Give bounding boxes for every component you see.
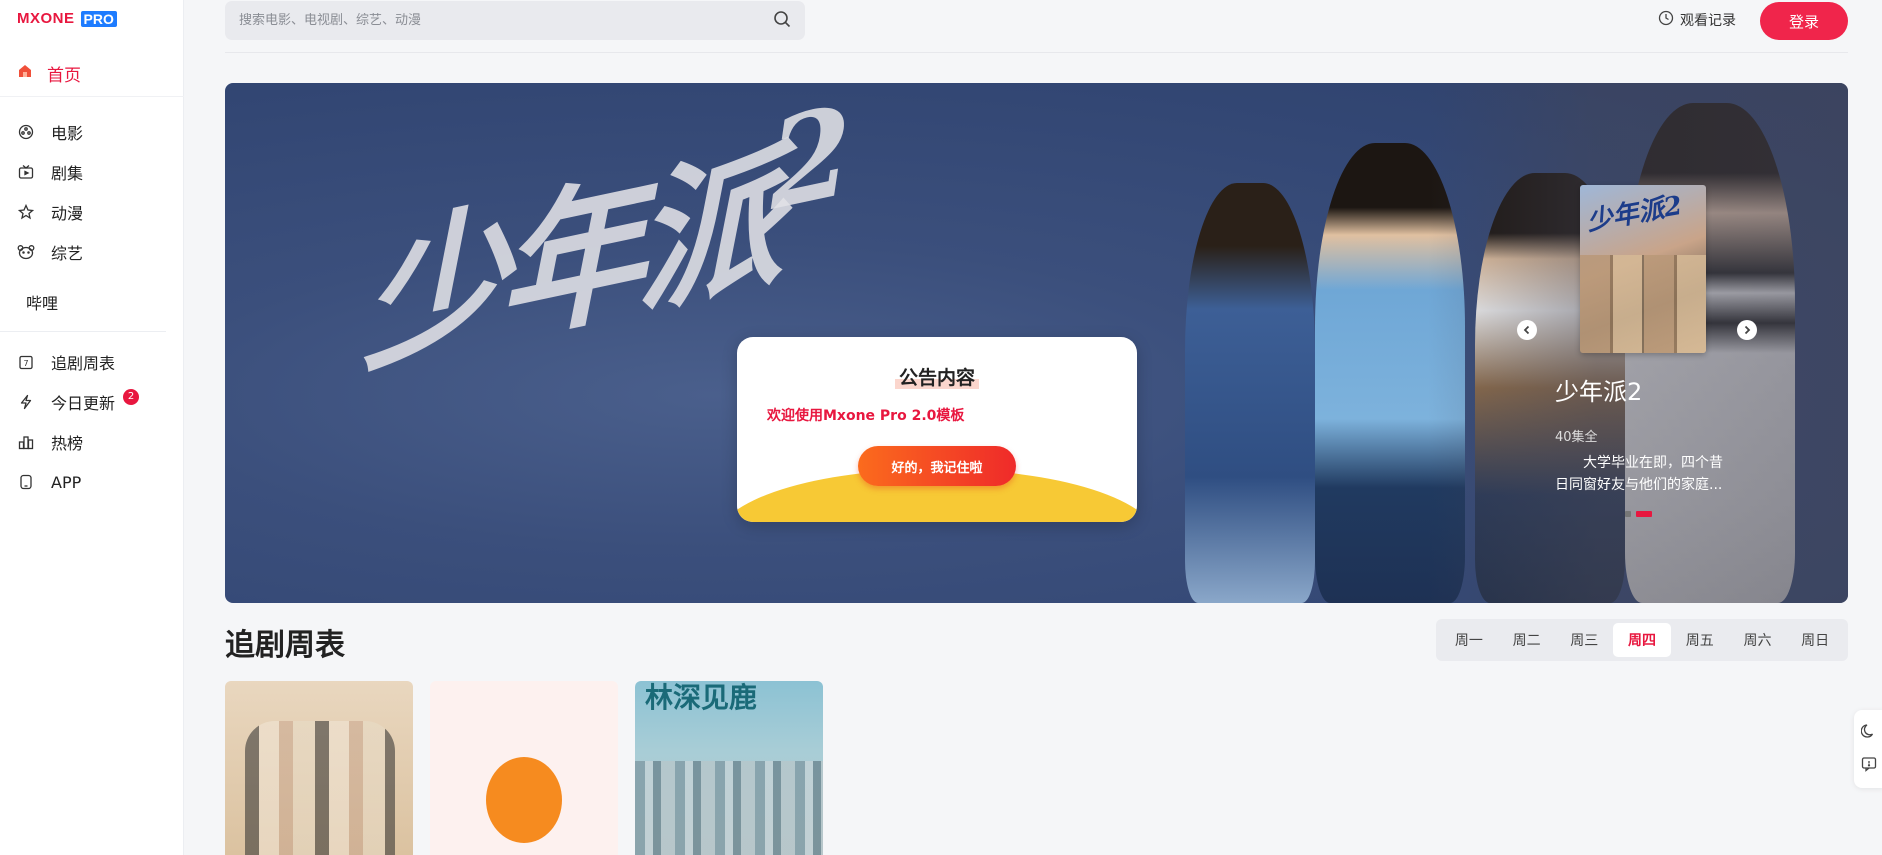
tab-tuesday[interactable]: 周二 [1498, 623, 1556, 657]
sidebar-item-label: 动漫 [51, 204, 84, 223]
slide-title[interactable]: 少年派2 [1555, 372, 1642, 407]
pagination-dot-active[interactable] [1636, 511, 1652, 517]
tab-monday[interactable]: 周一 [1440, 623, 1498, 657]
floating-toolbar [1854, 710, 1882, 788]
chevron-right-icon [1744, 325, 1751, 335]
tab-wednesday[interactable]: 周三 [1555, 623, 1613, 657]
poster-image [635, 761, 823, 855]
phone-icon [17, 473, 35, 491]
sidebar-item-schedule[interactable]: 7 追剧周表 [0, 345, 184, 379]
sidebar-item-bilibili[interactable]: 哔哩 [0, 285, 184, 319]
bar-chart-icon [17, 433, 35, 451]
modal-title: 公告内容 [737, 363, 1137, 390]
chevron-left-icon [1523, 325, 1530, 335]
poster-title-art: 林深见鹿 [645, 681, 758, 714]
film-reel-icon [17, 123, 35, 141]
home-icon [17, 63, 33, 83]
sidebar-item-anime[interactable]: 动漫 [0, 195, 184, 229]
sidebar-item-label: 首页 [47, 65, 81, 86]
bear-face-icon [17, 243, 35, 261]
header-divider [225, 52, 1848, 53]
sidebar-item-label: 哔哩 [26, 294, 59, 313]
announcement-modal: 公告内容 欢迎使用Mxone Pro 2.0模板 好的，我记住啦 [737, 337, 1137, 522]
sidebar-item-hot-list[interactable]: 热榜 [0, 425, 184, 459]
sidebar: MXONE PRO 首页 电影 剧集 动漫 综艺 哔哩 7 追剧周表 今日更新 … [0, 0, 184, 855]
drama-card[interactable]: 林深见鹿 [635, 681, 823, 855]
sidebar-separator [0, 96, 184, 97]
tab-saturday[interactable]: 周六 [1729, 623, 1787, 657]
watch-history-label: 观看记录 [1680, 13, 1736, 29]
slide-episodes: 40集全 [1555, 430, 1598, 445]
search-input[interactable] [239, 13, 773, 28]
tab-thursday[interactable]: 周四 [1613, 623, 1671, 657]
tv-icon [17, 163, 35, 181]
pagination-dot[interactable] [1625, 511, 1631, 517]
sidebar-item-variety[interactable]: 综艺 [0, 235, 184, 269]
search-bar[interactable] [225, 1, 805, 40]
update-count-badge: 2 [123, 389, 139, 405]
sidebar-item-label: 电影 [51, 124, 84, 143]
sidebar-item-label: 今日更新 [51, 394, 116, 413]
modal-message: 欢迎使用Mxone Pro 2.0模板 [767, 408, 965, 424]
drama-card[interactable] [225, 681, 413, 855]
poster-image [245, 721, 395, 855]
drama-card[interactable] [430, 681, 618, 855]
tab-friday[interactable]: 周五 [1671, 623, 1729, 657]
sidebar-item-label: APP [51, 472, 82, 492]
sidebar-item-app[interactable]: APP [0, 465, 184, 499]
search-icon[interactable] [773, 10, 791, 32]
banner-prev-button[interactable] [1517, 320, 1537, 340]
sidebar-item-today-updates[interactable]: 今日更新 2 [0, 385, 184, 419]
modal-confirm-button[interactable]: 好的，我记住啦 [858, 446, 1016, 486]
tab-sunday[interactable]: 周日 [1786, 623, 1844, 657]
login-button[interactable]: 登录 [1760, 2, 1848, 40]
sidebar-item-label: 追剧周表 [51, 354, 116, 373]
sidebar-item-home[interactable]: 首页 [0, 52, 184, 94]
sidebar-item-label: 热榜 [51, 434, 84, 453]
logo-pro-badge: PRO [80, 10, 117, 27]
lightning-icon [17, 393, 35, 411]
section-title: 追剧周表 [225, 628, 345, 663]
clock-icon [1658, 10, 1674, 30]
svg-text:7: 7 [23, 359, 28, 368]
sidebar-item-series[interactable]: 剧集 [0, 155, 184, 189]
watch-history-link[interactable]: 观看记录 [1658, 10, 1736, 30]
sidebar-divider [0, 331, 166, 332]
banner-next-button[interactable] [1737, 320, 1757, 340]
banner-pagination [1625, 511, 1652, 517]
poster-image [486, 757, 562, 843]
weekday-tabs: 周一 周二 周三 周四 周五 周六 周日 [1436, 619, 1848, 661]
sidebar-item-label: 剧集 [51, 164, 84, 183]
anime-star-icon [17, 203, 35, 221]
site-logo[interactable]: MXONE PRO [17, 10, 117, 27]
slide-description: 大学毕业在即，四个昔日同窗好友与他们的家庭... [1555, 455, 1723, 493]
feedback-icon[interactable] [1861, 756, 1877, 776]
slide-poster[interactable]: 少年派2 [1580, 185, 1706, 353]
logo-text: MXONE [17, 10, 75, 27]
calendar-icon: 7 [17, 353, 35, 371]
moon-icon[interactable] [1860, 723, 1877, 743]
sidebar-item-movies[interactable]: 电影 [0, 115, 184, 149]
sidebar-item-label: 综艺 [51, 244, 84, 263]
